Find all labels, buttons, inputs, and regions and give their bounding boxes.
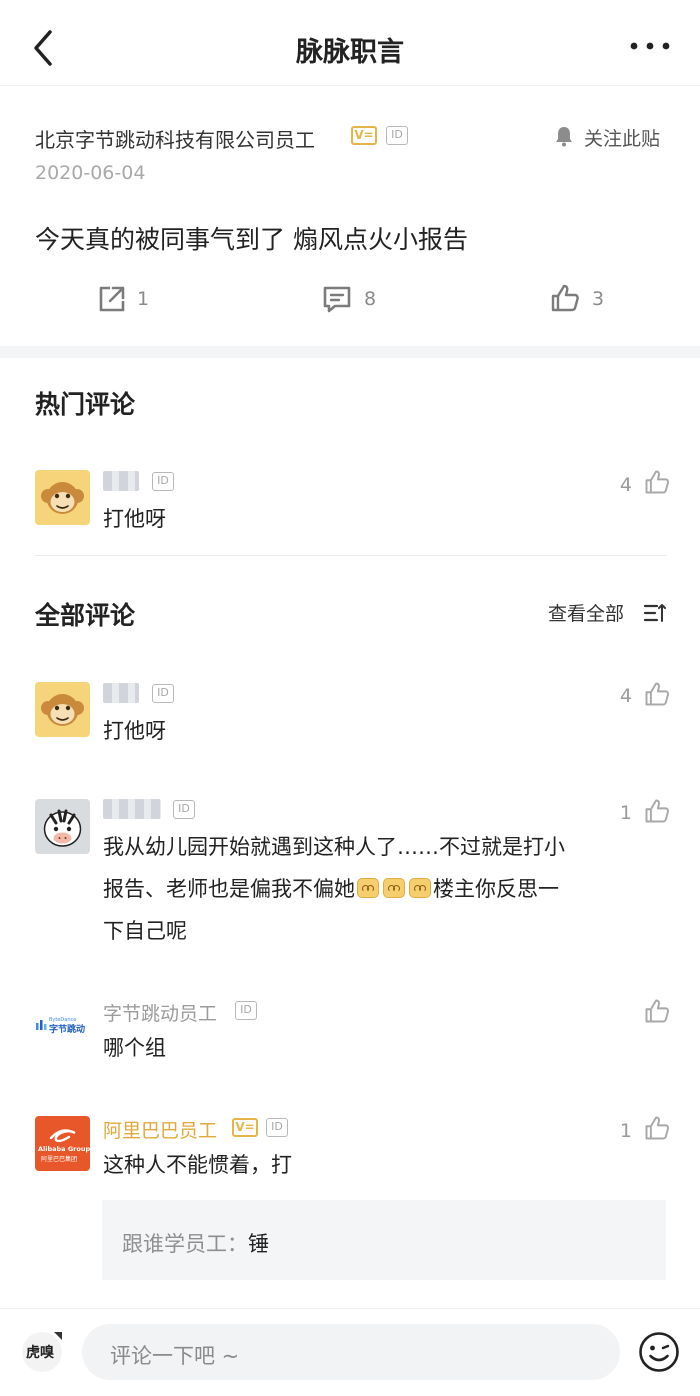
section-gap bbox=[0, 346, 700, 358]
comment-text: 打他呀 bbox=[103, 719, 166, 743]
comment-icon[interactable] bbox=[321, 283, 353, 315]
comment-like-count: 4 bbox=[619, 474, 632, 496]
sort-icon[interactable] bbox=[644, 603, 666, 623]
monkey-avatar[interactable] bbox=[35, 470, 90, 525]
reply-author: 跟谁学员工： bbox=[122, 1232, 248, 1256]
commenter-name[interactable]: 字节跳动员工 bbox=[103, 999, 217, 1026]
follow-post-button[interactable]: 关注此贴 bbox=[584, 124, 660, 151]
comment-line: 报告、老师也是偏我不偏她 楼主你反思一 bbox=[103, 868, 565, 910]
laughing-emoji-icon bbox=[357, 878, 379, 898]
reply-text: 锤 bbox=[248, 1232, 269, 1256]
blurred-username bbox=[103, 471, 139, 491]
comment-like-count: 1 bbox=[619, 802, 632, 824]
id-badge: ID bbox=[173, 800, 195, 819]
thumb-up-icon[interactable] bbox=[643, 797, 671, 825]
comment-text: 哪个组 bbox=[103, 1036, 166, 1060]
zebra-avatar[interactable] bbox=[35, 799, 90, 854]
id-badge: ID bbox=[152, 472, 174, 491]
laughing-emoji-icon bbox=[383, 878, 405, 898]
share-count: 1 bbox=[137, 288, 150, 310]
bytedance-logo-text: 字节跳动 bbox=[49, 1025, 86, 1035]
alibaba-logo-cn: 阿里巴巴集团 bbox=[41, 1156, 78, 1163]
divider bbox=[35, 555, 666, 556]
comment-line: 我从幼儿园开始就遇到这种人了……不过就是打小 bbox=[103, 835, 565, 859]
id-badge: ID bbox=[266, 1118, 288, 1137]
verified-badge: V= bbox=[232, 1118, 258, 1137]
comment-line: 下自己呢 bbox=[103, 919, 187, 943]
alibaba-logo-text: Alibaba Group bbox=[38, 1145, 90, 1153]
more-icon[interactable] bbox=[628, 40, 672, 52]
post-date: 2020-06-04 bbox=[35, 162, 146, 184]
post-body: 今天真的被同事气到了 煽风点火小报告 bbox=[35, 225, 468, 254]
monkey-avatar[interactable] bbox=[35, 682, 90, 737]
post-author[interactable]: 北京字节跳动科技有限公司员工 bbox=[35, 124, 315, 153]
bell-icon[interactable] bbox=[552, 124, 576, 148]
comment-fragment: 楼主你反思一 bbox=[433, 877, 559, 901]
laughing-emoji-icon bbox=[409, 878, 431, 898]
all-comments-title: 全部评论 bbox=[35, 601, 136, 630]
blurred-username bbox=[103, 683, 139, 703]
id-badge: ID bbox=[386, 126, 408, 145]
alibaba-logo[interactable]: Alibaba Group 阿里巴巴集团 bbox=[35, 1116, 90, 1171]
thumb-up-icon[interactable] bbox=[643, 997, 671, 1025]
share-icon[interactable] bbox=[96, 283, 128, 315]
comment-text: 这种人不能惯着，打 bbox=[103, 1153, 292, 1177]
id-badge: ID bbox=[152, 684, 174, 703]
watermark-text: 虎嗅 bbox=[26, 1345, 54, 1361]
reply: 跟谁学员工：锤 bbox=[122, 1228, 269, 1258]
bytedance-logo[interactable]: ByteDance 字节跳动 bbox=[35, 997, 90, 1052]
comment-count: 8 bbox=[364, 288, 377, 310]
view-all-button[interactable]: 查看全部 bbox=[548, 599, 624, 626]
thumb-up-icon[interactable] bbox=[643, 680, 671, 708]
blurred-username bbox=[103, 799, 161, 819]
page-title: 脉脉职言 bbox=[296, 37, 404, 68]
comment-text: 打他呀 bbox=[103, 507, 166, 531]
thumb-up-icon[interactable] bbox=[643, 1114, 671, 1142]
verified-badge: V= bbox=[351, 126, 377, 145]
commenter-name[interactable]: 阿里巴巴员工 bbox=[103, 1116, 217, 1143]
id-badge: ID bbox=[235, 1001, 257, 1020]
comment-input-placeholder: 评论一下吧 ~ bbox=[110, 1344, 240, 1368]
comment-like-count: 4 bbox=[619, 685, 632, 707]
hot-comments-title: 热门评论 bbox=[35, 390, 136, 419]
thumb-up-icon[interactable] bbox=[643, 468, 671, 496]
smile-icon[interactable] bbox=[638, 1331, 680, 1373]
thumb-up-icon[interactable] bbox=[549, 282, 581, 314]
huxiu-watermark-logo: 虎嗅 bbox=[20, 1330, 64, 1374]
comment-fragment: 报告、老师也是偏我不偏她 bbox=[103, 877, 355, 901]
like-count: 3 bbox=[592, 288, 605, 310]
comment-text: 我从幼儿园开始就遇到这种人了……不过就是打小 报告、老师也是偏我不偏她 楼主你反思… bbox=[103, 826, 565, 952]
comment-like-count: 1 bbox=[619, 1120, 632, 1142]
